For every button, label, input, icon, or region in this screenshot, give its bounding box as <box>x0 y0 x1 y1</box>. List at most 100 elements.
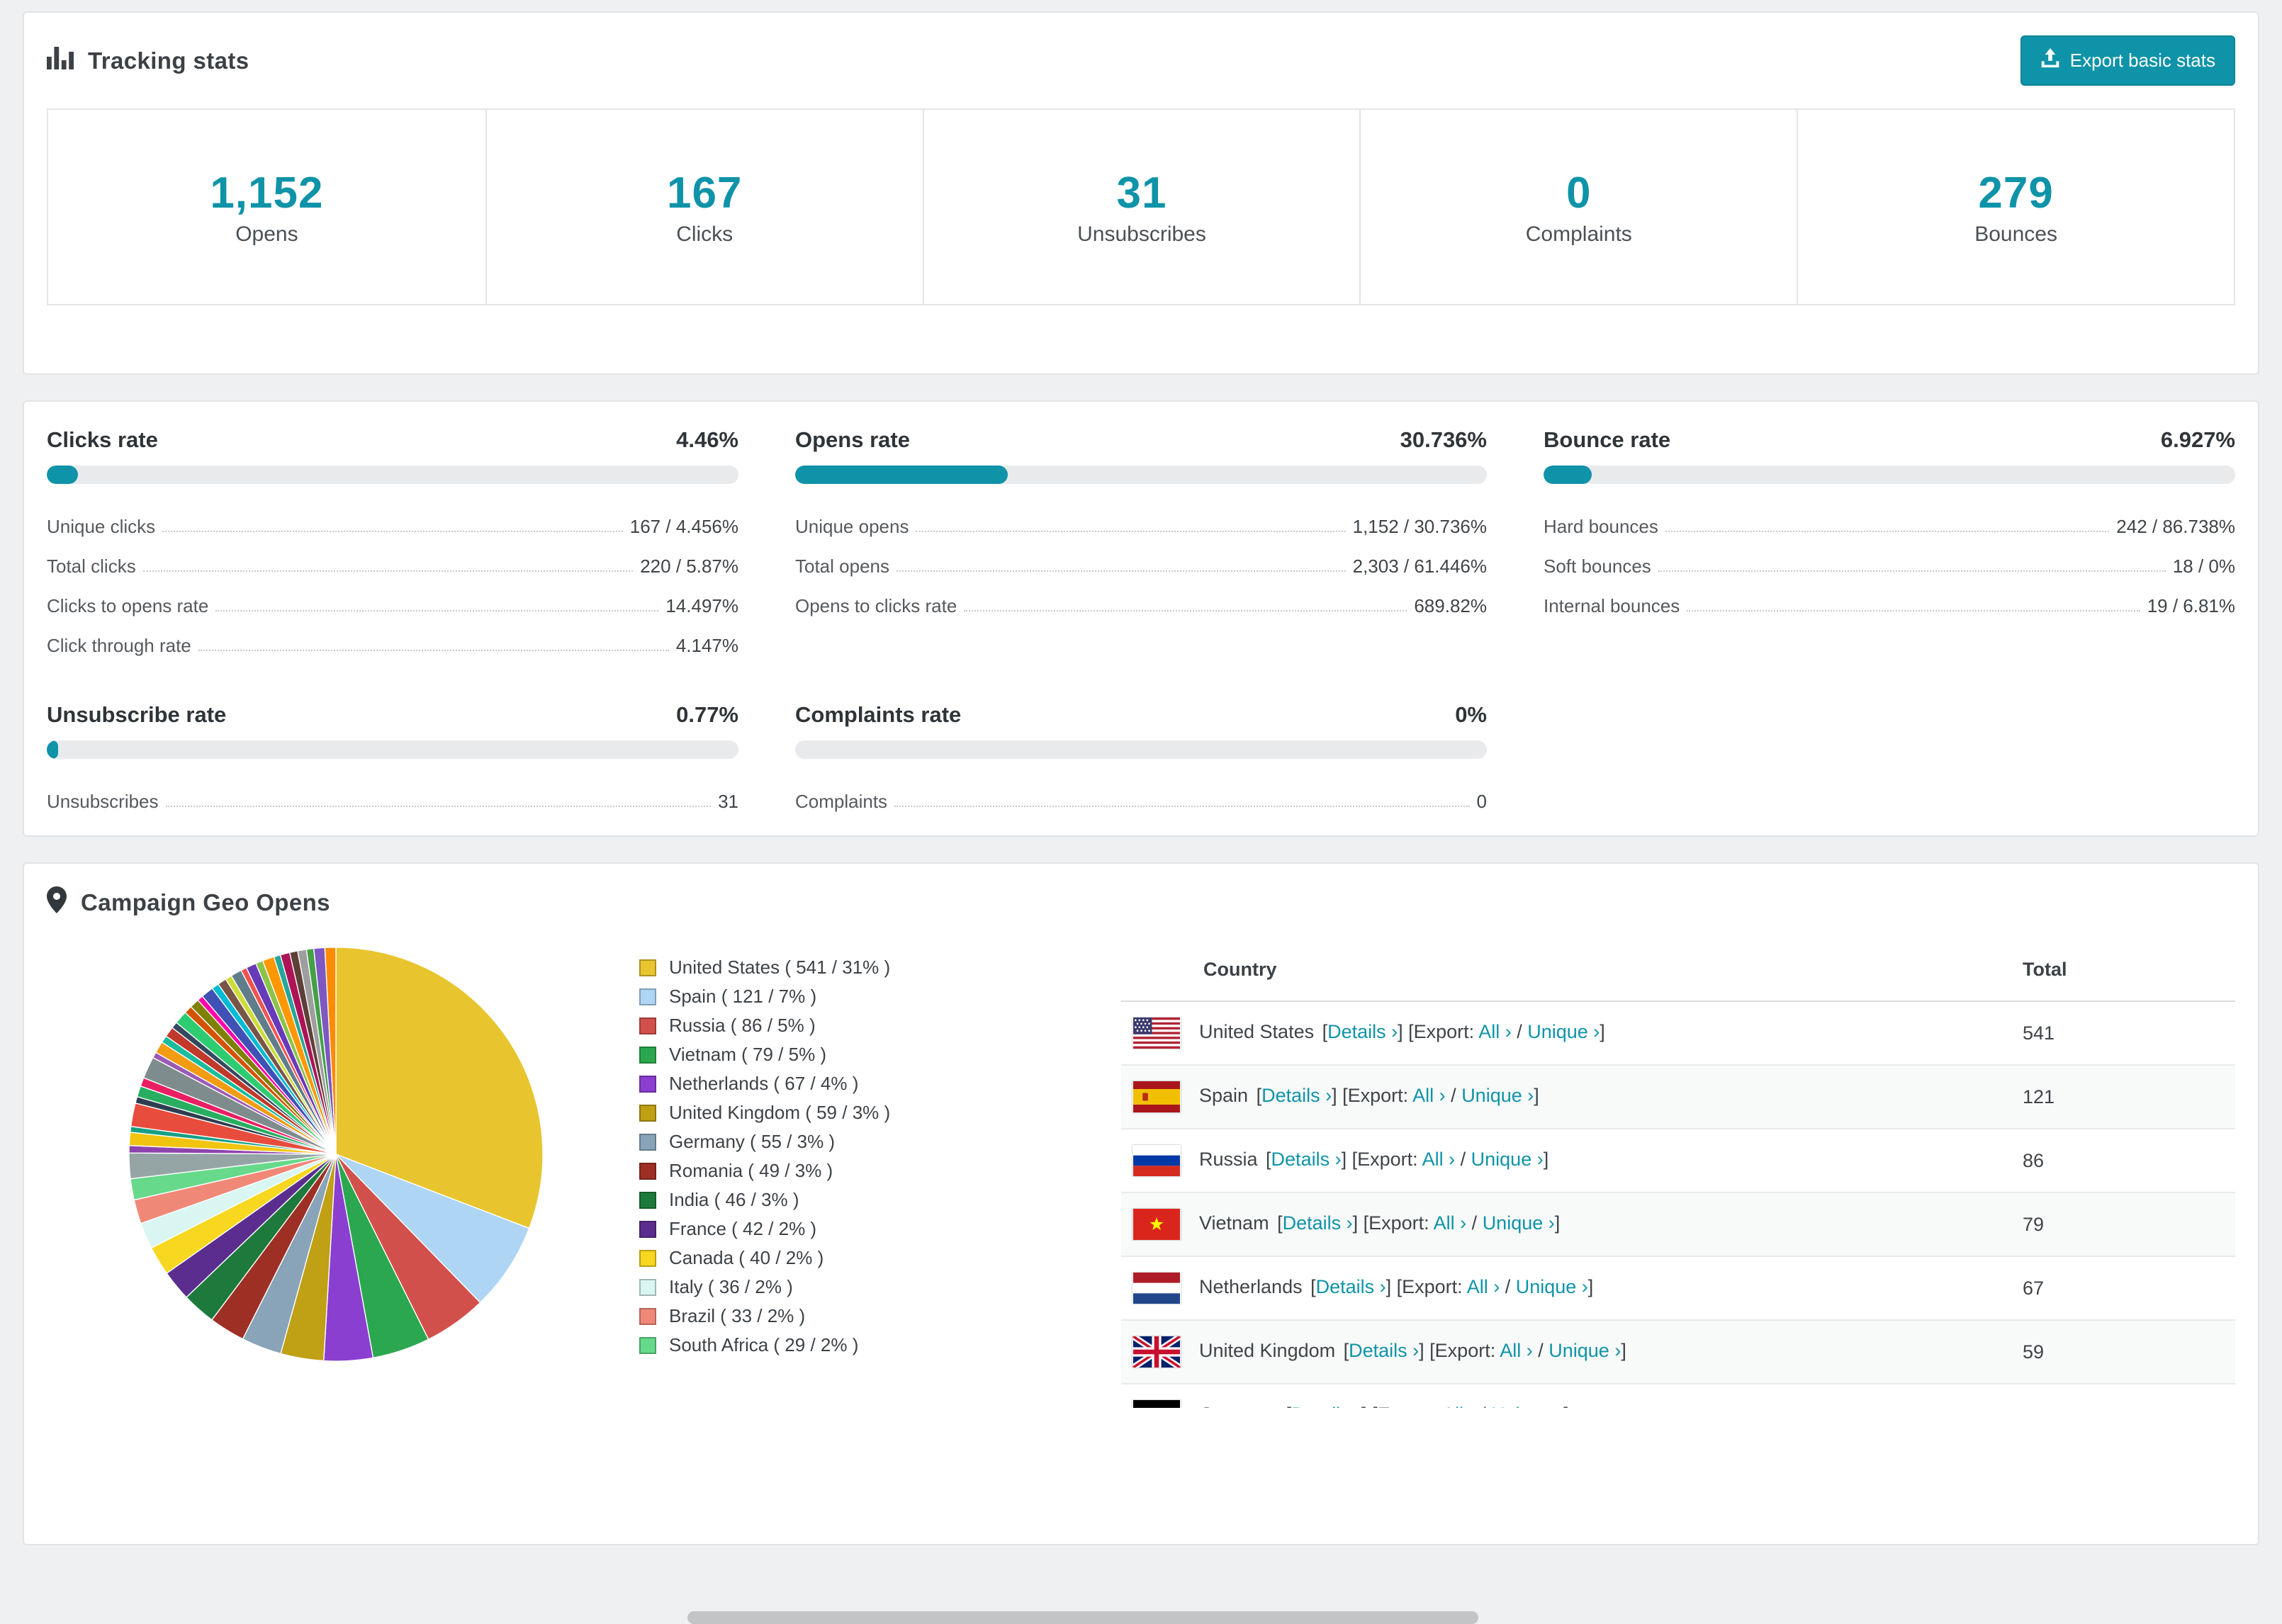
rate-row-label: Internal bounces <box>1544 595 1680 616</box>
country-name: Russia <box>1199 1149 1258 1171</box>
rate-row-value: 1,152 / 30.736% <box>1352 516 1487 537</box>
rate-block-unsubscribe-rate: Unsubscribe rate 0.77% Unsubscribes 31 <box>47 702 738 813</box>
stat-box-opens: 1,152 Opens <box>48 110 485 304</box>
details-link[interactable]: Details › <box>1349 1340 1419 1361</box>
geo-body: United States ( 541 / 31% ) Spain ( 121 /… <box>47 939 2235 1408</box>
details-link[interactable]: Details › <box>1316 1276 1386 1297</box>
legend-item-south-africa: South Africa ( 29 / 2% ) <box>639 1331 1064 1360</box>
dotted-leader <box>162 531 623 532</box>
country-name: Germany <box>1199 1404 1278 1408</box>
details-link[interactable]: Details › <box>1271 1149 1342 1170</box>
dotted-leader <box>894 806 1470 807</box>
flag-icon-gb <box>1132 1336 1181 1368</box>
campaign-geo-opens-card: Campaign Geo Opens United States ( 541 /… <box>23 862 2259 1545</box>
country-name: Spain <box>1199 1085 1249 1107</box>
legend-swatch <box>639 988 656 1005</box>
stat-label: Bounces <box>1974 222 2057 246</box>
pie-svg <box>128 947 544 1362</box>
country-total: 121 <box>2011 1065 2235 1129</box>
country-column-header: Country <box>1121 939 2011 1002</box>
export-basic-stats-button[interactable]: Export basic stats <box>2020 35 2235 86</box>
geo-table-container[interactable]: Country Total United States [Details ›] … <box>1121 939 2235 1408</box>
dotted-leader <box>916 531 1346 532</box>
rate-rows: Unique clicks 167 / 4.456% Total clicks 220… <box>47 498 738 657</box>
geo-title: Campaign Geo Opens <box>47 886 330 919</box>
rates-grid: Clicks rate 4.46% Unique clicks 167 / 4.456… <box>47 424 2235 813</box>
legend-label: Spain ( 121 / 7% ) <box>669 986 817 1007</box>
details-link[interactable]: Details › <box>1283 1212 1353 1234</box>
country-name: United Kingdom <box>1199 1340 1336 1362</box>
legend-swatch <box>639 1220 656 1238</box>
details-link[interactable]: Details › <box>1291 1404 1361 1408</box>
rate-row-value: 14.497% <box>665 595 738 616</box>
export-all-link[interactable]: All › <box>1478 1021 1512 1042</box>
rate-title: Bounce rate <box>1544 427 1671 452</box>
legend-label: United Kingdom ( 59 / 3% ) <box>669 1102 891 1123</box>
rate-row-value: 242 / 86.738% <box>2116 516 2235 537</box>
legend-label: United States ( 541 / 31% ) <box>669 957 891 978</box>
details-link[interactable]: Details › <box>1261 1085 1332 1106</box>
export-unique-link[interactable]: Unique › <box>1516 1276 1588 1297</box>
stat-value: 167 <box>666 168 743 218</box>
rate-rows: Unique opens 1,152 / 30.736% Total opens 2,… <box>795 498 1487 617</box>
table-header-row: Country Total <box>1121 939 2235 1002</box>
rate-stat-row: Unsubscribes 31 <box>47 773 738 813</box>
rate-stat-row: Complaints 0 <box>795 773 1487 813</box>
legend-item-france: France ( 42 / 2% ) <box>639 1214 1064 1244</box>
tracking-stats-title: Tracking stats <box>47 46 249 75</box>
details-link[interactable]: Details › <box>1327 1021 1398 1042</box>
legend-label: Italy ( 36 / 2% ) <box>669 1276 793 1297</box>
export-unique-link[interactable]: Unique › <box>1548 1340 1621 1361</box>
horizontal-scrollbar-thumb[interactable] <box>687 1611 1478 1624</box>
dotted-leader <box>1658 570 2166 572</box>
rate-row-value: 4.147% <box>675 635 738 656</box>
export-unique-link[interactable]: Unique › <box>1527 1021 1600 1042</box>
legend-swatch <box>639 1278 656 1296</box>
export-all-link[interactable]: All › <box>1412 1085 1446 1106</box>
rate-row-label: Soft bounces <box>1544 556 1651 577</box>
rate-block-clicks-rate: Clicks rate 4.46% Unique clicks 167 / 4.456… <box>47 427 738 657</box>
dotted-leader <box>964 610 1407 611</box>
rate-row-label: Total clicks <box>47 556 136 577</box>
legend-item-germany: Germany ( 55 / 3% ) <box>639 1127 1064 1156</box>
export-all-link[interactable]: All › <box>1442 1404 1476 1408</box>
export-unique-link[interactable]: Unique › <box>1483 1212 1555 1234</box>
rate-row-label: Unique clicks <box>47 516 156 537</box>
export-all-link[interactable]: All › <box>1422 1149 1456 1170</box>
rate-head: Complaints rate 0% <box>795 702 1487 728</box>
export-all-link[interactable]: All › <box>1467 1276 1500 1297</box>
rate-value: 0.77% <box>676 702 738 727</box>
tracking-stats-card: Tracking stats Export basic stats 1,152 O… <box>23 11 2259 375</box>
legend-swatch <box>639 1249 656 1267</box>
legend-item-netherlands: Netherlands ( 67 / 4% ) <box>639 1069 1064 1098</box>
legend-swatch <box>639 1017 656 1034</box>
rate-row-label: Clicks to opens rate <box>47 595 209 616</box>
export-icon <box>2040 48 2060 73</box>
legend-item-italy: Italy ( 36 / 2% ) <box>639 1273 1064 1302</box>
export-all-link[interactable]: All › <box>1434 1212 1467 1234</box>
rate-row-value: 0 <box>1476 791 1487 812</box>
rate-block-opens-rate: Opens rate 30.736% Unique opens 1,152 / 30.… <box>795 427 1487 657</box>
legend-swatch <box>639 1307 656 1325</box>
rate-stat-row: Total opens 2,303 / 61.446% <box>795 538 1487 577</box>
dotted-leader <box>1687 610 2140 611</box>
rate-block-complaints-rate: Complaints rate 0% Complaints 0 <box>795 702 1487 813</box>
legend-label: Canada ( 40 / 2% ) <box>669 1247 824 1268</box>
table-row-spain: Spain [Details ›] [Export: All › / Uniqu… <box>1121 1065 2235 1129</box>
legend-swatch <box>639 959 656 976</box>
export-unique-link[interactable]: Unique › <box>1471 1149 1544 1170</box>
legend-item-brazil: Brazil ( 33 / 2% ) <box>639 1302 1064 1331</box>
rate-row-label: Unsubscribes <box>47 791 159 812</box>
export-unique-link[interactable]: Unique › <box>1461 1085 1534 1106</box>
flag-icon-vn <box>1132 1209 1181 1240</box>
stat-label: Unsubscribes <box>1077 222 1206 246</box>
export-all-link[interactable]: All › <box>1500 1340 1533 1361</box>
stat-label: Complaints <box>1525 222 1632 246</box>
table-row-united-states: United States [Details ›] [Export: All ›… <box>1121 1001 2235 1066</box>
total-column-header: Total <box>2011 939 2235 1002</box>
flag-icon-us <box>1132 1017 1181 1049</box>
flag-icon-de <box>1132 1400 1181 1408</box>
rate-value: 4.46% <box>676 427 738 452</box>
export-unique-link[interactable]: Unique › <box>1491 1404 1563 1408</box>
country-total: 86 <box>2011 1129 2235 1193</box>
